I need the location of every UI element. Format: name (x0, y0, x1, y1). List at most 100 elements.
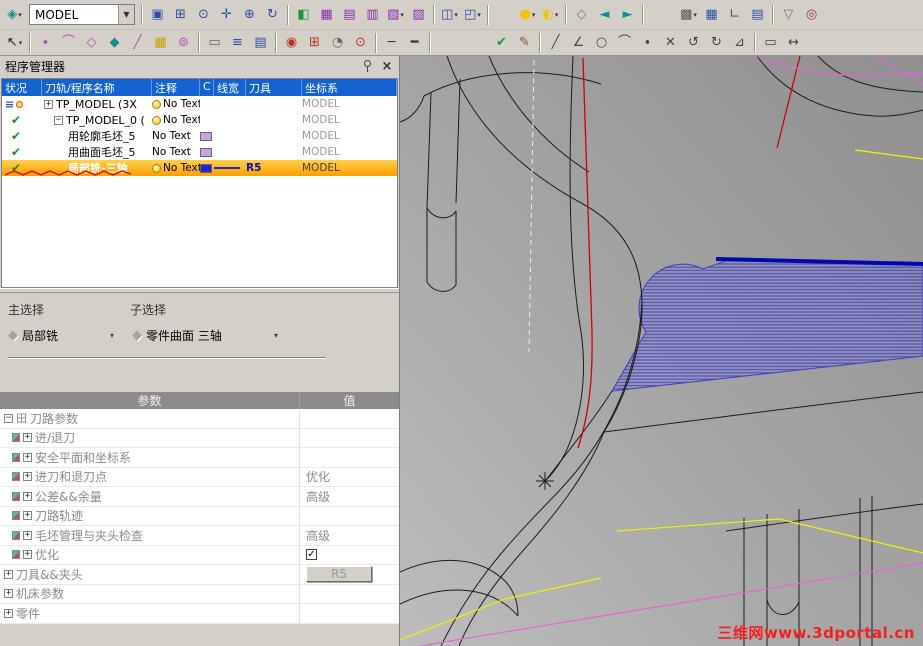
zoom-button[interactable]: ⊙ (192, 4, 215, 25)
parameter-value-cell[interactable] (299, 409, 399, 428)
filter-points-button[interactable]: ∙ (34, 32, 57, 53)
keyboard-entry-button[interactable]: ▭ (203, 32, 226, 53)
color-swatch[interactable] (200, 147, 212, 157)
expand-icon[interactable]: + (23, 433, 32, 443)
procedure-name-cell[interactable]: + TP_MODEL (3X (42, 96, 152, 112)
draw-polyline-button[interactable]: ∠ (567, 32, 590, 53)
zoom-scale-button[interactable]: ⊞ (169, 4, 192, 25)
close-panel-button[interactable]: × (380, 59, 394, 74)
program-tree-row[interactable]: ✔ − TP_MODEL_0 (No Text MODEL (2, 112, 397, 128)
parameter-value-cell[interactable]: 优化 (299, 467, 399, 486)
parameter-row[interactable]: + 公差&&余量 高级 (0, 487, 399, 507)
wireframe-display-button[interactable]: ▦ (315, 4, 338, 25)
tree-column-header[interactable]: 刀具 (246, 79, 302, 96)
filter-solids-button[interactable]: ◆ (103, 32, 126, 53)
shaded-display-button[interactable]: ◧ (292, 4, 315, 25)
pick-arrow-button[interactable]: ↖ ▾ (3, 32, 26, 53)
color-swatch[interactable] (200, 163, 212, 173)
parameter-value-cell[interactable]: 高级 (299, 526, 399, 545)
tree-column-header[interactable]: 刀轨/程序名称 (42, 79, 152, 96)
target-button[interactable]: ◎ (800, 4, 823, 25)
parameter-value-cell[interactable] (299, 448, 399, 467)
display-options-button[interactable]: ▧ ▾ (384, 4, 407, 25)
expand-icon[interactable]: + (4, 589, 13, 599)
line-width-thick-button[interactable]: ━ (403, 32, 426, 53)
redo-button[interactable]: ↻ (705, 32, 728, 53)
expand-icon[interactable]: + (4, 569, 13, 579)
undo-button[interactable]: ↺ (682, 32, 705, 53)
parameter-value-cell[interactable]: ✓ (299, 545, 399, 564)
sub-selection-combo[interactable]: ◆ 零件曲面 三轴 (132, 325, 270, 345)
filter-edges-button[interactable]: ╱ (126, 32, 149, 53)
procedure-name-cell[interactable]: 用曲面毛坯_5 (42, 144, 152, 160)
tree-column-header[interactable]: 坐标系 (302, 79, 397, 96)
named-views-button[interactable]: ◰ ▾ (461, 4, 484, 25)
parameter-row[interactable]: + 刀具&&夹头 R5 (0, 565, 399, 585)
preview-button[interactable]: ⊙ (349, 32, 372, 53)
parameter-value-cell[interactable] (299, 506, 399, 525)
measure-button[interactable]: ⊞ (303, 32, 326, 53)
program-tree-row[interactable]: ✔ 用曲面毛坯_5 No Text MODEL (2, 144, 397, 160)
pattern-display-button[interactable]: ▩ ▾ (677, 4, 700, 25)
parameter-row[interactable]: + 安全平面和坐标系 (0, 448, 399, 468)
pan-button[interactable]: ✛ (215, 4, 238, 25)
parameter-value-cell[interactable]: R5 (299, 565, 399, 584)
parameter-row[interactable]: + 优化 ✓ (0, 545, 399, 565)
coordinate-system-combo[interactable]: MODEL ▼ (29, 4, 135, 25)
attribute-table-button[interactable]: ▤ (746, 4, 769, 25)
collapse-icon[interactable]: − (4, 413, 13, 423)
axes-button[interactable]: ∟ (723, 4, 746, 25)
color-swatch[interactable] (200, 131, 212, 141)
sub-selection-dropdown[interactable]: ▾ (270, 331, 282, 340)
parameter-row[interactable]: − 田刀路参数 (0, 409, 399, 429)
program-tree-row[interactable]: ≡ + TP_MODEL (3X No Text MODEL (2, 96, 397, 112)
parameter-value-cell[interactable] (299, 428, 399, 447)
diamond-marker-button[interactable]: ◇ (570, 4, 593, 25)
filter-color-button[interactable]: ▦ (149, 32, 172, 53)
draw-circle-button[interactable]: ○ (590, 32, 613, 53)
tree-column-header[interactable]: C (200, 79, 214, 96)
parameter-value-cell[interactable] (299, 604, 399, 623)
calculator-button[interactable]: ◔ (326, 32, 349, 53)
select-filter-button[interactable]: ◈ ▾ (3, 4, 26, 25)
parameter-row[interactable]: + 进/退刀 (0, 428, 399, 448)
render-mode-button[interactable]: ▨ (407, 4, 430, 25)
hide-entities-button[interactable]: ◐ ▾ (539, 4, 562, 25)
check-button[interactable]: ✔ (490, 32, 513, 53)
parameter-row[interactable]: + 机床参数 (0, 584, 399, 604)
hidden-line-button[interactable]: ▤ (338, 4, 361, 25)
line-width-thin-button[interactable]: ─ (380, 32, 403, 53)
parameter-row[interactable]: + 进刀和退刀点 优化 (0, 467, 399, 487)
collapse-icon[interactable]: − (54, 115, 63, 125)
combo-dropdown-button[interactable]: ▼ (118, 5, 134, 24)
zoom-window-button[interactable]: ▣ (146, 4, 169, 25)
grid-button[interactable]: ▦ (700, 4, 723, 25)
draw-line-button[interactable]: ╱ (544, 32, 567, 53)
draw-arc-button[interactable]: ⌒ (613, 32, 636, 53)
filter-button[interactable]: ▽ (777, 4, 800, 25)
expand-icon[interactable]: + (23, 530, 32, 540)
parameter-row[interactable]: + 毛坯管理与夹头检查 高级 (0, 526, 399, 546)
expand-icon[interactable]: + (23, 511, 32, 521)
expand-icon[interactable]: + (23, 491, 32, 501)
pin-button[interactable] (360, 59, 374, 73)
tree-column-header[interactable]: 线宽 (214, 79, 246, 96)
main-selection-combo[interactable]: ◆ 局部铣 (8, 325, 106, 345)
expand-icon[interactable]: + (4, 608, 13, 618)
checkbox-checked[interactable]: ✓ (306, 549, 317, 561)
tree-column-header[interactable]: 注释 (152, 79, 200, 96)
draw-tangent-button[interactable]: ⊿ (728, 32, 751, 53)
dimension-button[interactable]: ↔ (782, 32, 805, 53)
filter-surfaces-button[interactable]: ◇ (80, 32, 103, 53)
parameter-value-cell[interactable]: 高级 (299, 487, 399, 506)
show-entities-button[interactable]: ● ▾ (516, 4, 539, 25)
delete-button[interactable]: ✕ (659, 32, 682, 53)
split-window-button[interactable]: ◫ ▾ (438, 4, 461, 25)
parameter-value-cell[interactable] (299, 584, 399, 603)
program-tree-row[interactable]: ✔ 局部铣-三轴 No Text R5 MODEL (2, 160, 397, 176)
graphics-viewport[interactable]: 三维网www.3dportal.cn (400, 56, 923, 646)
redraw-button[interactable]: ↻ (261, 4, 284, 25)
analyze-button[interactable]: ◉ (280, 32, 303, 53)
expand-icon[interactable]: + (44, 99, 53, 109)
rectangle-button[interactable]: ▭ (759, 32, 782, 53)
